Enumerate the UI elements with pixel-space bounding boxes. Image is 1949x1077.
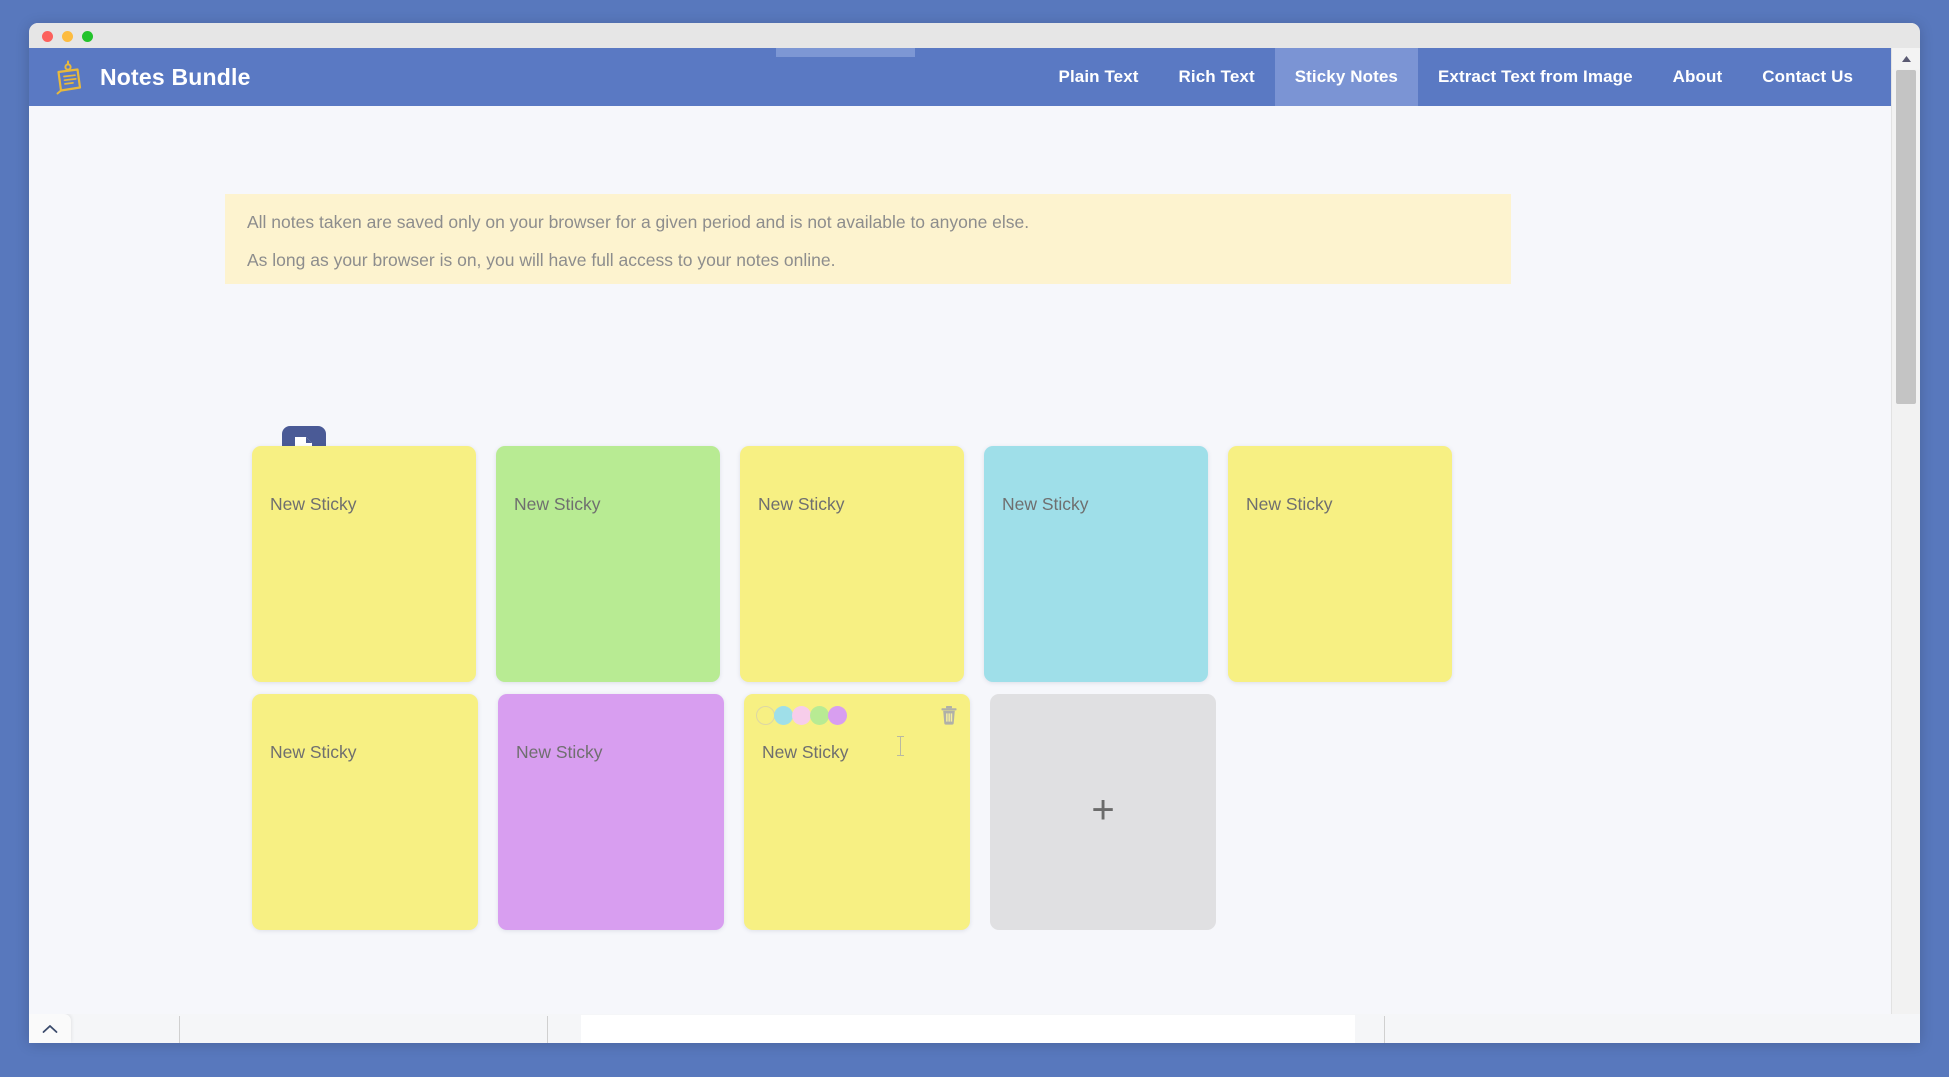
minimize-button[interactable]	[62, 31, 73, 42]
panel-divider	[547, 1016, 548, 1043]
notice-line-1: All notes taken are saved only on your b…	[247, 214, 1489, 232]
nav-link-plain-text[interactable]: Plain Text	[1039, 48, 1159, 106]
sticky-note-text[interactable]: New Sticky	[514, 496, 601, 514]
sticky-note-text[interactable]: New Sticky	[270, 744, 357, 762]
sticky-note-text[interactable]: New Sticky	[1002, 496, 1089, 514]
sticky-note-text[interactable]: New Sticky	[758, 496, 845, 514]
collapse-panel-button[interactable]	[29, 1014, 71, 1043]
sticky-note-text[interactable]: New Sticky	[762, 744, 849, 762]
panel-divider	[179, 1016, 180, 1043]
sticky-note-active[interactable]: New Sticky	[744, 694, 970, 930]
privacy-notice-banner: All notes taken are saved only on your b…	[225, 194, 1511, 284]
bottom-panel-strip	[29, 1014, 1920, 1043]
brand[interactable]: Notes Bundle	[51, 59, 251, 95]
desktop-background: Notes Bundle Plain Text Rich Text Sticky…	[0, 0, 1949, 1077]
sticky-note-toolbar	[756, 705, 958, 725]
sticky-note[interactable]: New Sticky	[984, 446, 1208, 682]
add-sticky-note-button[interactable]: +	[990, 694, 1216, 930]
sticky-note[interactable]: New Sticky	[496, 446, 720, 682]
notice-line-2: As long as your browser is on, you will …	[247, 252, 1489, 270]
bottom-panel-content	[581, 1015, 1355, 1043]
sticky-notes-grid: New Sticky New Sticky New Sticky New Sti…	[252, 446, 1452, 942]
browser-window: Notes Bundle Plain Text Rich Text Sticky…	[29, 23, 1920, 1042]
window-titlebar	[29, 23, 1920, 48]
color-swatch-green[interactable]	[810, 706, 829, 725]
vertical-scrollbar[interactable]	[1891, 48, 1920, 1042]
sticky-note[interactable]: New Sticky	[252, 694, 478, 930]
color-swatch-yellow[interactable]	[756, 706, 775, 725]
chevron-up-icon	[42, 1024, 58, 1034]
main-content: All notes taken are saved only on your b…	[29, 106, 1891, 1042]
color-swatch-purple[interactable]	[828, 706, 847, 725]
nav-top-accent-bar	[776, 48, 915, 57]
sticky-note[interactable]: New Sticky	[1228, 446, 1452, 682]
trash-icon[interactable]	[940, 705, 958, 725]
sticky-note-text[interactable]: New Sticky	[1246, 496, 1333, 514]
sticky-note[interactable]: New Sticky	[252, 446, 476, 682]
site-navbar: Notes Bundle Plain Text Rich Text Sticky…	[29, 48, 1891, 106]
color-swatch-cyan[interactable]	[774, 706, 793, 725]
caret-up-icon	[1901, 55, 1912, 63]
sticky-notes-row: New Sticky New Sticky	[252, 694, 1452, 930]
nav-links: Plain Text Rich Text Sticky Notes Extrac…	[1039, 48, 1892, 106]
sticky-note-text[interactable]: New Sticky	[516, 744, 603, 762]
brand-title: Notes Bundle	[100, 64, 251, 91]
sticky-notes-row: New Sticky New Sticky New Sticky New Sti…	[252, 446, 1452, 682]
nav-link-extract-text-from-image[interactable]: Extract Text from Image	[1418, 48, 1653, 106]
notepad-icon	[51, 59, 87, 95]
nav-link-sticky-notes[interactable]: Sticky Notes	[1275, 48, 1418, 106]
page-viewport: Notes Bundle Plain Text Rich Text Sticky…	[29, 48, 1920, 1042]
nav-link-contact-us[interactable]: Contact Us	[1742, 48, 1873, 106]
close-button[interactable]	[42, 31, 53, 42]
scrollbar-thumb[interactable]	[1896, 70, 1916, 404]
sticky-note[interactable]: New Sticky	[498, 694, 724, 930]
panel-divider	[1384, 1016, 1385, 1043]
nav-link-about[interactable]: About	[1653, 48, 1743, 106]
nav-link-rich-text[interactable]: Rich Text	[1159, 48, 1275, 106]
sticky-note[interactable]: New Sticky	[740, 446, 964, 682]
color-swatch-pink[interactable]	[792, 706, 811, 725]
text-cursor	[900, 736, 901, 756]
maximize-button[interactable]	[82, 31, 93, 42]
color-swatches	[756, 706, 846, 725]
scroll-up-button[interactable]	[1892, 48, 1920, 69]
window-controls	[42, 31, 93, 42]
sticky-note-text[interactable]: New Sticky	[270, 496, 357, 514]
plus-icon: +	[1091, 790, 1114, 830]
